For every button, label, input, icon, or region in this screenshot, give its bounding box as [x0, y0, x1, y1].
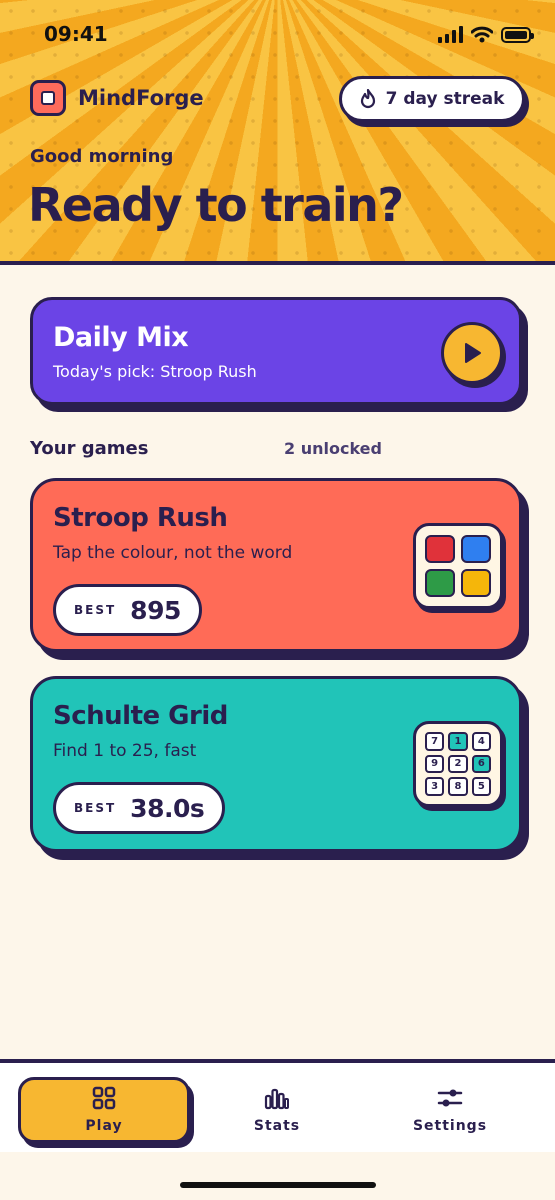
grid-cell: 4: [471, 732, 491, 751]
unlocked-count: 2 unlocked: [284, 439, 382, 458]
daily-mix-card[interactable]: Daily Mix Today's pick: Stroop Rush: [30, 297, 522, 405]
best-label: BEST: [74, 801, 117, 815]
nav-label: Stats: [253, 1118, 301, 1134]
game-card-stroop-rush[interactable]: Stroop Rush Tap the colour, not the word…: [30, 478, 522, 652]
status-bar: 09:41: [0, 20, 555, 52]
games-section-title: Your games: [30, 438, 149, 459]
game-title: Stroop Rush: [53, 503, 228, 533]
nav-item-stats[interactable]: Stats: [191, 1077, 363, 1143]
grid-cell: 2: [448, 754, 468, 774]
color-tile: [425, 569, 455, 597]
grid-cell: 9: [425, 754, 445, 774]
grid-cell: 7: [425, 732, 445, 751]
system-icons: [438, 26, 534, 43]
status-time: 09:41: [44, 22, 108, 46]
game-description: Tap the colour, not the word: [53, 543, 293, 563]
daily-mix-subtitle: Today's pick: Stroop Rush: [53, 362, 257, 381]
app-brand: MindForge: [30, 80, 204, 116]
app-logo-icon: [30, 80, 66, 116]
grid-cell: 3: [425, 777, 445, 796]
color-tiles-icon: [413, 523, 503, 609]
grid-icon: [92, 1086, 116, 1110]
wifi-icon: [471, 26, 493, 43]
grid-cell: 1: [448, 732, 468, 751]
page-title: Ready to train?: [28, 178, 404, 232]
grid-cell: 6: [471, 754, 491, 774]
best-value: 895: [130, 595, 181, 625]
number-grid-icon: 7 1 4 9 2 6 3 8 5: [413, 721, 503, 807]
color-tile: [461, 535, 491, 563]
greeting-text: Good morning: [30, 146, 174, 167]
home-indicator[interactable]: [180, 1182, 376, 1188]
bottom-nav: Play Stats Settings: [0, 1059, 555, 1152]
game-title: Schulte Grid: [53, 701, 228, 731]
battery-icon: [501, 26, 534, 43]
best-score-badge: BEST 895: [53, 584, 202, 636]
nav-label: Settings: [412, 1118, 488, 1134]
signal-icon: [438, 26, 463, 43]
nav-item-play[interactable]: Play: [18, 1077, 190, 1143]
color-tile: [425, 535, 455, 563]
play-icon: [465, 343, 481, 363]
best-score-badge: BEST 38.0s: [53, 782, 226, 834]
bar-chart-icon: [264, 1088, 289, 1110]
flame-icon: [360, 89, 375, 109]
daily-mix-play-button[interactable]: [441, 322, 503, 384]
sliders-icon: [437, 1089, 463, 1107]
streak-badge[interactable]: 7 day streak: [339, 76, 525, 122]
grid-cell: 5: [471, 777, 491, 796]
daily-mix-title: Daily Mix: [53, 322, 189, 353]
streak-label: 7 day streak: [385, 89, 505, 109]
game-card-schulte-grid[interactable]: Schulte Grid Find 1 to 25, fast BEST 38.…: [30, 676, 522, 852]
grid-cell: 8: [448, 777, 468, 796]
nav-label: Play: [85, 1118, 123, 1134]
best-label: BEST: [74, 603, 117, 617]
nav-item-settings[interactable]: Settings: [364, 1077, 536, 1143]
game-description: Find 1 to 25, fast: [53, 741, 197, 761]
color-tile: [461, 569, 491, 597]
app-name: MindForge: [78, 86, 204, 110]
best-value: 38.0s: [130, 793, 205, 823]
